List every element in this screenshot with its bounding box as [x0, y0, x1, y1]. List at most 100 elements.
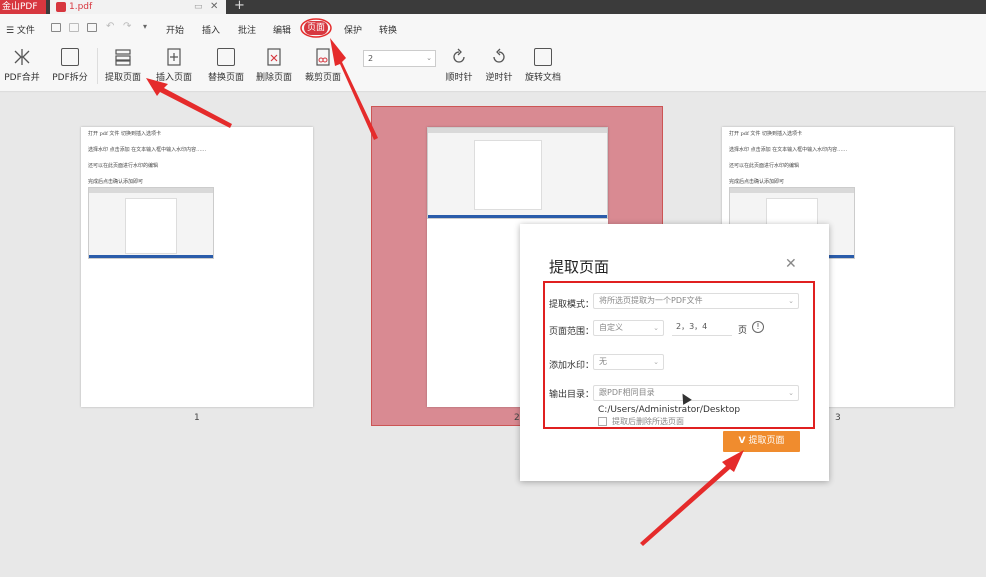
rotate-clockwise-button[interactable]: 顺时针 — [445, 48, 473, 83]
page-text-line: 完成后点击确认添加即可 — [88, 179, 144, 185]
merge-icon — [13, 48, 31, 66]
chevron-down-icon: ⌄ — [788, 389, 794, 397]
page-thumbnail-canvas: 打开 pdf 文件 切换到插入选项卡 选择水印 点击添加 在文本输入框中输入水印… — [0, 93, 986, 577]
extract-icon: V — [738, 436, 746, 446]
crop-page-icon — [314, 48, 332, 66]
range-unit: 页 — [738, 326, 748, 336]
range-mode-select[interactable]: 自定义 ⌄ — [593, 320, 664, 336]
rotate-clockwise-label: 顺时针 — [445, 73, 473, 83]
close-icon[interactable]: ✕ — [785, 256, 797, 272]
page-text-line: 打开 pdf 文件 切换到插入选项卡 — [729, 131, 803, 137]
insert-page-label: 插入页面 — [155, 73, 192, 83]
range-label: 页面范围： — [549, 327, 595, 337]
ribbon-toolbar: PDF合并 PDF拆分 提取页面 插入页面 替换页面 删除页面 裁剪页面 2 ⌄ — [0, 42, 986, 92]
chevron-down-icon: ⌄ — [788, 297, 794, 305]
output-label: 输出目录： — [549, 390, 595, 400]
mode-select[interactable]: 将所选页提取为一个PDF文件 ⌄ — [593, 293, 799, 309]
extract-button-label: 提取页面 — [748, 436, 785, 446]
delete-page-icon — [265, 48, 283, 66]
customize-dropdown-icon[interactable]: ▾ — [143, 22, 147, 31]
page-select-dropdown[interactable]: 2 ⌄ — [363, 50, 436, 67]
pin-icon[interactable]: ▭ — [194, 0, 203, 14]
menu-page[interactable]: 页面 — [304, 21, 328, 35]
ribbon-divider — [97, 48, 98, 84]
menu-edit[interactable]: 编辑 — [273, 23, 291, 36]
pdf-merge-button[interactable]: PDF合并 — [4, 48, 40, 83]
extract-page-dialog: 提取页面 ✕ 提取模式： 将所选页提取为一个PDF文件 ⌄ 页面范围： 自定义 ⌄ … — [520, 224, 829, 481]
rotate-document-label: 旋转文档 — [525, 73, 562, 83]
info-icon[interactable]: ! — [752, 321, 764, 333]
new-tab-button[interactable]: + — [234, 0, 245, 13]
crop-page-label: 裁剪页面 — [305, 73, 342, 83]
print-icon[interactable] — [87, 23, 97, 32]
delete-after-checkbox[interactable] — [598, 417, 607, 426]
page-thumbnail-1[interactable]: 打开 pdf 文件 切换到插入选项卡 选择水印 点击添加 在文本输入框中输入水印… — [81, 127, 313, 407]
file-menu[interactable]: ☰ 文件 — [6, 23, 35, 36]
range-mode-value: 自定义 — [599, 323, 623, 332]
dialog-title: 提取页面 — [549, 258, 610, 276]
insert-page-icon — [165, 48, 183, 66]
chevron-down-icon: ⌄ — [653, 324, 659, 332]
extract-page-icon — [114, 48, 132, 66]
chevron-down-icon: ⌄ — [426, 54, 432, 62]
replace-page-icon — [217, 48, 235, 66]
rotate-counterclockwise-label: 逆时针 — [485, 73, 513, 83]
chevron-down-icon: ⌄ — [653, 358, 659, 366]
rotate-cw-icon — [450, 48, 468, 66]
watermark-value: 无 — [599, 357, 607, 366]
save-icon[interactable] — [69, 23, 79, 32]
insert-page-button[interactable]: 插入页面 — [154, 48, 194, 83]
undo-icon[interactable]: ↶ — [106, 21, 114, 32]
output-path: C:/Users/Administrator/Desktop — [598, 405, 741, 415]
delete-page-button[interactable]: 删除页面 — [256, 48, 292, 83]
delete-page-label: 删除页面 — [256, 73, 293, 83]
rotate-ccw-icon — [490, 48, 508, 66]
close-tab-icon[interactable]: ✕ — [210, 0, 218, 14]
pdf-split-label: PDF拆分 — [52, 73, 88, 83]
pdf-split-button[interactable]: PDF拆分 — [52, 48, 88, 83]
watermark-label: 添加水印： — [549, 361, 595, 371]
delete-after-label: 提取后删除所选页面 — [612, 417, 684, 426]
extract-page-button[interactable]: 提取页面 — [105, 48, 141, 83]
page-text-line: 完成后点击确认添加即可 — [729, 179, 785, 185]
output-select[interactable]: 跟PDF相同目录 ⌄ — [593, 385, 799, 401]
mode-label: 提取模式： — [549, 300, 595, 310]
menu-insert[interactable]: 插入 — [202, 23, 220, 36]
menu-start[interactable]: 开始 — [166, 23, 184, 36]
page-number-1: 1 — [194, 413, 200, 423]
pdf-file-icon — [56, 2, 66, 12]
crop-page-button[interactable]: 裁剪页面 — [305, 48, 341, 83]
menu-annotate[interactable]: 批注 — [238, 23, 256, 36]
embedded-screenshot — [88, 187, 214, 259]
app-tab[interactable]: 金山PDF — [0, 0, 46, 14]
replace-page-label: 替换页面 — [208, 73, 245, 83]
page-text-line: 选择水印 点击添加 在文本输入框中输入水印内容…… — [729, 147, 848, 153]
extract-page-submit-button[interactable]: V 提取页面 — [723, 431, 800, 452]
page-text-line: 还可以在此页面进行水印的编辑 — [88, 163, 159, 169]
page-text-line: 还可以在此页面进行水印的编辑 — [729, 163, 800, 169]
open-icon[interactable] — [51, 23, 61, 32]
redo-icon[interactable]: ↷ — [123, 21, 131, 32]
page-select-value: 2 — [368, 54, 374, 63]
menu-bar: ☰ 文件 ↶ ↷ ▾ 开始 插入 批注 编辑 页面 保护 转换 — [0, 14, 986, 42]
output-value: 跟PDF相同目录 — [599, 388, 655, 397]
rotate-doc-icon — [534, 48, 552, 66]
embedded-screenshot — [427, 127, 608, 219]
page-text-line: 选择水印 点击添加 在文本输入框中输入水印内容…… — [88, 147, 207, 153]
menu-protect[interactable]: 保护 — [344, 23, 362, 36]
split-icon — [61, 48, 79, 66]
rotate-counterclockwise-button[interactable]: 逆时针 — [485, 48, 513, 83]
page-number-3: 3 — [835, 413, 841, 423]
watermark-select[interactable]: 无 ⌄ — [593, 354, 664, 370]
title-bar: 金山PDF 1.pdf ▭ ✕ + — [0, 0, 986, 14]
page-text-line: 打开 pdf 文件 切换到插入选项卡 — [88, 131, 162, 137]
rotate-document-button[interactable]: 旋转文档 — [525, 48, 561, 83]
menu-convert[interactable]: 转换 — [379, 23, 397, 36]
pdf-merge-label: PDF合并 — [4, 73, 40, 83]
replace-page-button[interactable]: 替换页面 — [208, 48, 244, 83]
extract-page-label: 提取页面 — [105, 73, 142, 83]
page-range-input[interactable]: 2，3，4 — [672, 320, 732, 336]
mode-value: 将所选页提取为一个PDF文件 — [599, 296, 703, 305]
document-tab[interactable]: 1.pdf ▭ ✕ — [50, 0, 226, 14]
page-number-2: 2 — [514, 413, 520, 423]
